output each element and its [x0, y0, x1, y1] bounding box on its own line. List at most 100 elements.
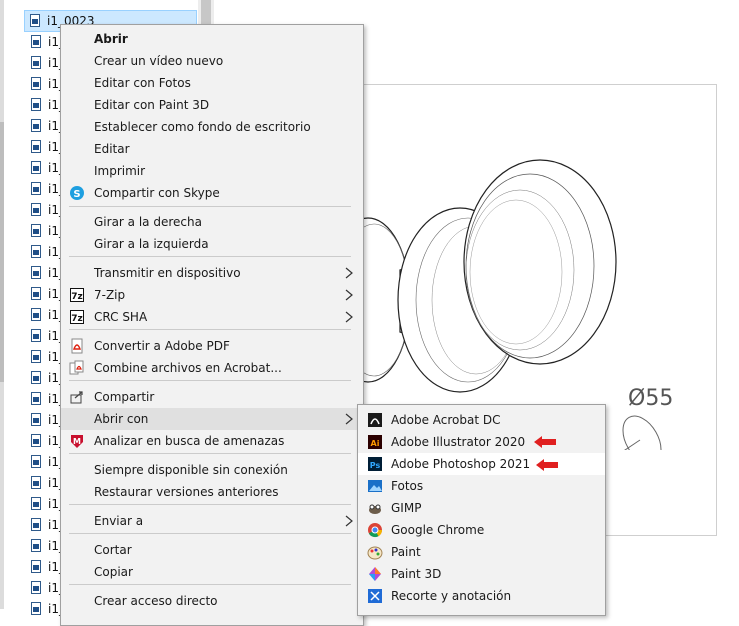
menu-item-label: Enviar a: [94, 514, 144, 528]
open-with-gimp[interactable]: GIMP: [358, 497, 605, 519]
menu-item-label: Editar: [94, 142, 130, 156]
menu-item-label: Analizar en busca de amenazas: [94, 434, 285, 448]
menu-item-label: Girar a la izquierda: [94, 237, 209, 251]
menu-item-crc-sha[interactable]: 7z CRC SHA: [61, 306, 363, 328]
menu-item-label: Abrir con: [94, 412, 149, 426]
image-file-icon: [30, 328, 42, 343]
image-file-icon: [30, 433, 42, 448]
menu-separator: [69, 453, 351, 454]
image-file-icon: [30, 265, 42, 280]
menu-separator: [69, 504, 351, 505]
image-file-icon: [30, 349, 42, 364]
image-file-icon: [30, 97, 42, 112]
image-file-icon: [30, 118, 42, 133]
menu-item-label: CRC SHA: [94, 310, 148, 324]
submenu-item-label: Paint: [391, 545, 421, 559]
skype-icon: S: [69, 185, 85, 201]
image-file-icon: [30, 181, 42, 196]
menu-item-compartir-con-skype[interactable]: S Compartir con Skype: [61, 182, 363, 204]
chevron-right-icon: [344, 514, 354, 528]
menu-item-imprimir[interactable]: Imprimir: [61, 160, 363, 182]
menu-item-abrir-con[interactable]: Abrir con: [61, 408, 363, 430]
menu-item-label: Compartir: [94, 390, 155, 404]
annotation-arrow-icon: [536, 459, 558, 471]
menu-item-label: Restaurar versiones anteriores: [94, 485, 279, 499]
image-file-icon: [30, 55, 42, 70]
submenu-item-label: Fotos: [391, 479, 424, 493]
menu-item-siempre-disponible-sin-conexion[interactable]: Siempre disponible sin conexión: [61, 459, 363, 481]
image-file-icon: [30, 559, 42, 574]
menu-item-editar[interactable]: Editar: [61, 138, 363, 160]
open-with-google-chrome[interactable]: Google Chrome: [358, 519, 605, 541]
menu-item-label: Compartir con Skype: [94, 186, 220, 200]
menu-item-enviar-a[interactable]: Enviar a: [61, 510, 363, 532]
menu-item-convertir-a-adobe-pdf[interactable]: Convertir a Adobe PDF: [61, 335, 363, 357]
menu-item-label: Copiar: [94, 565, 133, 579]
menu-item-label: Cortar: [94, 543, 132, 557]
menu-separator: [69, 380, 351, 381]
open-with-submenu: Adobe Acrobat DC Ai Adobe Illustrator 2020…: [357, 404, 606, 616]
menu-item-label: Transmitir en dispositivo: [94, 266, 241, 280]
submenu-item-label: Google Chrome: [391, 523, 485, 537]
image-file-icon: [30, 202, 42, 217]
mcafee-icon: M: [69, 433, 85, 449]
menu-item-crear-un-video-nuevo[interactable]: Crear un vídeo nuevo: [61, 50, 363, 72]
open-with-recorte-y-anotacion[interactable]: Recorte y anotación: [358, 585, 605, 607]
menu-separator: [69, 206, 351, 207]
7zip-icon: 7z: [69, 309, 85, 325]
image-file-icon: [30, 475, 42, 490]
image-file-icon: [30, 307, 42, 322]
context-menu: Abrir Crear un vídeo nuevo Editar con Foto…: [60, 24, 364, 626]
gimp-icon: [367, 500, 383, 516]
image-file-icon: [30, 391, 42, 406]
menu-item-transmitir-en-dispositivo[interactable]: Transmitir en dispositivo: [61, 262, 363, 284]
image-file-icon: [30, 517, 42, 532]
menu-item-label: 7-Zip: [94, 288, 126, 302]
submenu-item-label: Adobe Illustrator 2020: [391, 435, 526, 449]
menu-item-girar-a-la-izquierda[interactable]: Girar a la izquierda: [61, 233, 363, 255]
menu-item-cortar[interactable]: Cortar: [61, 539, 363, 561]
annotation-arrow-icon: [534, 436, 556, 448]
image-file-icon: [29, 14, 41, 28]
illustrator-icon: Ai: [367, 434, 383, 450]
menu-item-compartir[interactable]: Compartir: [61, 386, 363, 408]
menu-item-editar-con-fotos[interactable]: Editar con Fotos: [61, 72, 363, 94]
open-with-paint[interactable]: Paint: [358, 541, 605, 563]
menu-item-establecer-como-fondo-de-escritorio[interactable]: Establecer como fondo de escritorio: [61, 116, 363, 138]
chevron-right-icon: [344, 412, 354, 426]
acrobat-combine-icon: [69, 360, 85, 376]
open-with-adobe-acrobat-dc[interactable]: Adobe Acrobat DC: [358, 409, 605, 431]
menu-item-label: Combine archivos en Acrobat...: [94, 361, 282, 375]
paint3d-icon: [367, 566, 383, 582]
image-file-icon: [30, 286, 42, 301]
image-file-icon: [30, 538, 42, 553]
open-with-adobe-photoshop-2021[interactable]: Ps Adobe Photoshop 2021: [358, 453, 605, 475]
svg-text:Ai: Ai: [371, 439, 380, 448]
submenu-item-label: Paint 3D: [391, 567, 442, 581]
menu-item-abrir[interactable]: Abrir: [61, 28, 363, 50]
menu-item-label: Imprimir: [94, 164, 146, 178]
share-icon: [69, 389, 85, 405]
menu-item-label: Editar con Fotos: [94, 76, 191, 90]
menu-item-label: Convertir a Adobe PDF: [94, 339, 230, 353]
image-file-icon: [30, 454, 42, 469]
open-with-fotos[interactable]: Fotos: [358, 475, 605, 497]
chevron-right-icon: [344, 288, 354, 302]
menu-item-combine-archivos-en-acrobat[interactable]: Combine archivos en Acrobat...: [61, 357, 363, 379]
svg-text:M: M: [73, 437, 81, 446]
open-with-adobe-illustrator-2020[interactable]: Ai Adobe Illustrator 2020: [358, 431, 605, 453]
image-file-icon: [30, 223, 42, 238]
menu-separator: [69, 533, 351, 534]
menu-item-girar-a-la-derecha[interactable]: Girar a la derecha: [61, 211, 363, 233]
menu-item-7-zip[interactable]: 7z 7-Zip: [61, 284, 363, 306]
menu-separator: [69, 256, 351, 257]
photoshop-icon: Ps: [367, 456, 383, 472]
menu-item-restaurar-versiones-anteriores[interactable]: Restaurar versiones anteriores: [61, 481, 363, 503]
menu-item-copiar[interactable]: Copiar: [61, 561, 363, 583]
image-file-icon: [30, 34, 42, 49]
open-with-paint-3d[interactable]: Paint 3D: [358, 563, 605, 585]
menu-item-editar-con-paint-3d[interactable]: Editar con Paint 3D: [61, 94, 363, 116]
scrollbar-thumb[interactable]: [201, 0, 211, 26]
menu-item-analizar-en-busca-de-amenazas[interactable]: M Analizar en busca de amenazas: [61, 430, 363, 452]
menu-item-label: Girar a la derecha: [94, 215, 202, 229]
